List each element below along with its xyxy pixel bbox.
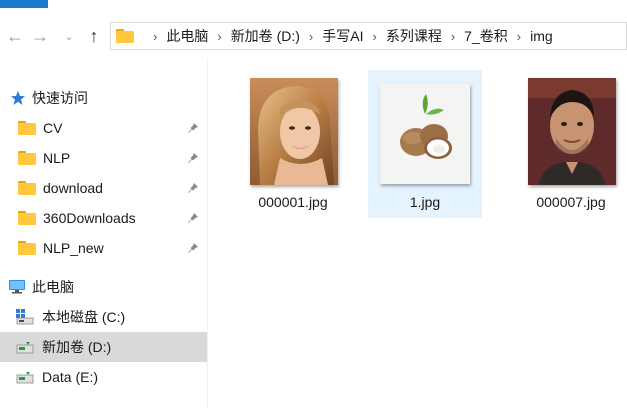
sidebar-item-label: download [43,180,103,196]
sidebar-item-quick-access[interactable]: 快速访问 [0,83,207,113]
sidebar-item-label: 360Downloads [43,210,136,226]
forward-icon[interactable]: → [29,24,51,48]
woman-portrait-thumbnail [250,78,338,185]
folder-icon [18,151,36,165]
breadcrumb-separator-icon[interactable]: › [517,29,521,44]
drive-icon [16,342,34,354]
file-item[interactable]: 000001.jpg [236,70,350,218]
sidebar-item-label: CV [43,120,63,136]
sidebar-item-nlp-new[interactable]: NLP_new [0,233,207,263]
pin-icon[interactable] [187,182,199,194]
sidebar-item-label: 新加卷 (D:) [42,339,112,355]
sidebar-item-nlp[interactable]: NLP [0,143,207,173]
navigation-bar: ← → ⌄ ↑ › 此电脑 › 新加卷 (D:) › 手写AI › 系列课程 ›… [0,14,627,58]
sidebar-item-download[interactable]: download [0,173,207,203]
sidebar-item-drive-c[interactable]: 本地磁盘 (C:) [0,302,207,332]
breadcrumb-item-current[interactable]: img [530,28,553,44]
breadcrumb-item[interactable]: 此电脑 [166,26,208,46]
back-icon[interactable]: ← [4,24,26,48]
pin-icon[interactable] [187,212,199,224]
windows-drive-icon [16,309,34,325]
pin-icon[interactable] [187,152,199,164]
star-icon [11,91,25,105]
breadcrumb-item[interactable]: 手写AI [322,26,363,46]
sidebar-item-drive-e[interactable]: Data (E:) [0,362,207,392]
computer-monitor-icon [9,280,25,294]
sidebar-item-label: 快速访问 [32,90,88,106]
file-name: 000001.jpg [258,194,328,210]
pin-icon[interactable] [187,122,199,134]
folder-icon [18,121,36,135]
up-arrow-icon[interactable]: ↑ [83,24,105,48]
sidebar-item-label: NLP_new [43,240,104,256]
ribbon-strip [0,0,627,14]
breadcrumb-separator-icon[interactable]: › [372,29,376,44]
sidebar-item-label: Data (E:) [42,369,99,385]
file-name: 1.jpg [409,194,441,210]
drive-icon [16,372,34,384]
breadcrumb-item[interactable]: 新加卷 (D:) [231,26,300,46]
file-list: 000001.jpg 1.jpg 000007.jpg [208,58,627,408]
folder-icon [18,181,36,195]
sidebar-item-label: 此电脑 [32,279,74,295]
sidebar-item-cv[interactable]: CV [0,113,207,143]
breadcrumb-item[interactable]: 7_卷积 [464,26,508,46]
breadcrumb-separator-icon[interactable]: › [153,29,157,44]
breadcrumb-separator-icon[interactable]: › [309,29,313,44]
coconut-thumbnail [380,84,470,184]
file-tab[interactable] [0,0,48,8]
file-item[interactable]: 000007.jpg [514,70,627,218]
man-portrait-thumbnail [528,78,616,185]
sidebar-item-360downloads[interactable]: 360Downloads [0,203,207,233]
recent-locations-chevron-down-icon[interactable]: ⌄ [58,24,80,48]
breadcrumb-item[interactable]: 系列课程 [386,26,442,46]
navigation-pane: 快速访问 CV NLP download 360Downloads NLP_ne… [0,58,207,408]
breadcrumb-separator-icon[interactable]: › [217,29,221,44]
pin-icon[interactable] [187,242,199,254]
folder-icon [18,241,36,255]
sidebar-item-this-pc[interactable]: 此电脑 [0,272,207,302]
folder-icon [18,211,36,225]
sidebar-item-label: NLP [43,150,71,166]
breadcrumb-separator-icon[interactable]: › [451,29,455,44]
sidebar-item-label: 本地磁盘 (C:) [42,309,126,325]
folder-icon [116,29,134,43]
file-item-selected[interactable]: 1.jpg [368,70,482,218]
address-bar[interactable]: › 此电脑 › 新加卷 (D:) › 手写AI › 系列课程 › 7_卷积 › … [110,22,627,50]
sidebar-item-drive-d[interactable]: 新加卷 (D:) [0,332,207,362]
file-name: 000007.jpg [536,194,606,210]
